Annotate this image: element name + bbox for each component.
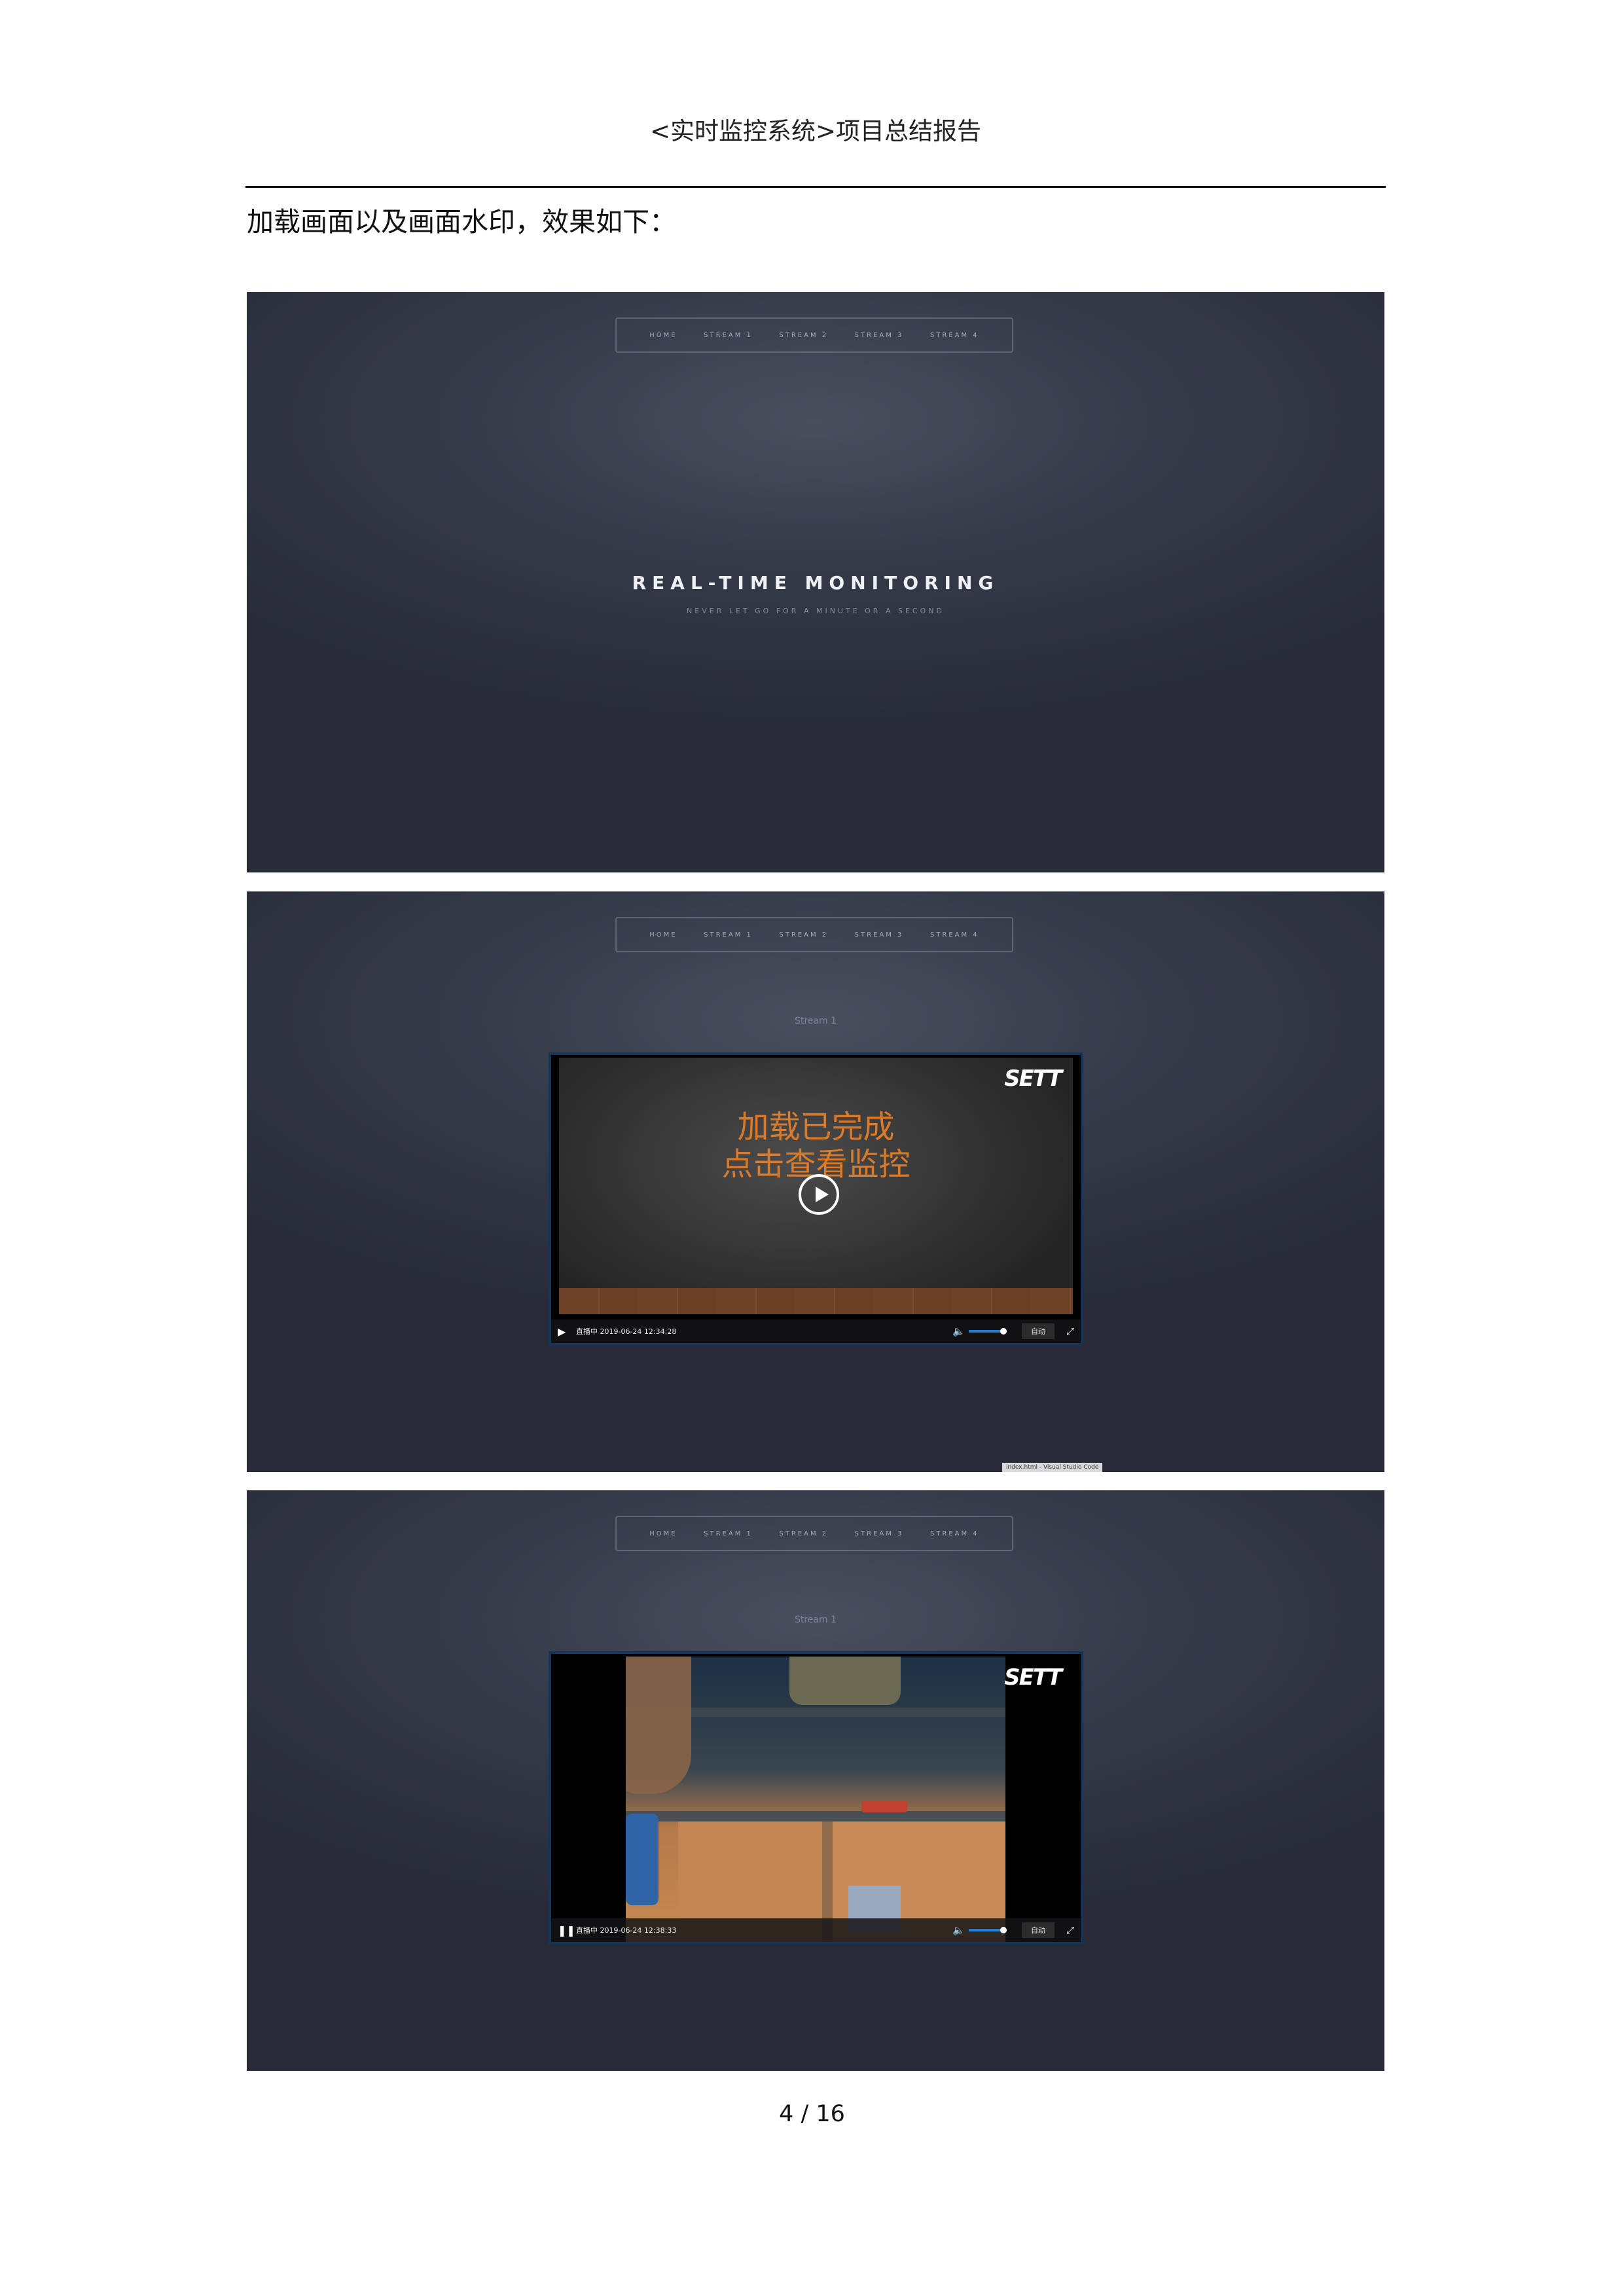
play-icon[interactable]: ▶ bbox=[558, 1325, 572, 1338]
screenshot-landing: HOME STREAM 1 STREAM 2 STREAM 3 STREAM 4… bbox=[247, 292, 1384, 872]
fullscreen-icon[interactable]: ⤢ bbox=[1066, 1325, 1074, 1337]
player-controls: ❚❚ 直播中 2019-06-24 12:38:33 🔈 自动 ⤢ bbox=[551, 1918, 1081, 1942]
poster-floor bbox=[559, 1288, 1073, 1314]
nav-stream-1[interactable]: STREAM 1 bbox=[704, 332, 753, 339]
quality-button[interactable]: 自动 bbox=[1021, 1922, 1055, 1938]
nav-stream-4[interactable]: STREAM 4 bbox=[930, 1530, 979, 1537]
live-video-frame bbox=[626, 1657, 1005, 1942]
stream-label: Stream 1 bbox=[794, 1016, 837, 1026]
watermark-logo: SETT bbox=[1004, 1066, 1062, 1092]
shelf-mid bbox=[626, 1811, 1005, 1821]
live-status: 直播中 2019-06-24 12:34:28 bbox=[576, 1327, 677, 1336]
nav-stream-1[interactable]: STREAM 1 bbox=[704, 1530, 753, 1537]
red-object bbox=[861, 1801, 907, 1812]
pause-icon[interactable]: ❚❚ bbox=[558, 1924, 575, 1937]
loading-poster: 加载已完成 点击查看监控 bbox=[559, 1058, 1073, 1314]
nav-home[interactable]: HOME bbox=[649, 931, 677, 939]
nav-stream-2[interactable]: STREAM 2 bbox=[779, 1530, 828, 1537]
intro-text: 加载画面以及画面水印，效果如下： bbox=[247, 206, 676, 238]
nav-bar: HOME STREAM 1 STREAM 2 STREAM 3 STREAM 4 bbox=[615, 317, 1013, 353]
bag bbox=[789, 1657, 901, 1705]
doc-header: <实时监控系统>项目总结报告 bbox=[649, 117, 981, 145]
quality-button[interactable]: 自动 bbox=[1021, 1323, 1055, 1339]
taskbar-tooltip: index.html - Visual Studio Code bbox=[1002, 1463, 1103, 1472]
nav-home[interactable]: HOME bbox=[649, 1530, 677, 1537]
volume-icon[interactable]: 🔈 bbox=[952, 1325, 965, 1337]
watermark-logo: SETT bbox=[1004, 1664, 1062, 1691]
nav-stream-4[interactable]: STREAM 4 bbox=[930, 332, 979, 339]
video-player[interactable]: 加载已完成 点击查看监控 SETT ▶ 直播中 2019-06-24 12:34… bbox=[549, 1052, 1083, 1346]
hero-subtitle: NEVER LET GO FOR A MINUTE OR A SECOND bbox=[687, 607, 945, 615]
volume-slider[interactable] bbox=[968, 1927, 1007, 1933]
hand bbox=[626, 1657, 691, 1794]
nav-bar: HOME STREAM 1 STREAM 2 STREAM 3 STREAM 4 bbox=[615, 917, 1013, 952]
fullscreen-icon[interactable]: ⤢ bbox=[1066, 1924, 1074, 1936]
nav-stream-3[interactable]: STREAM 3 bbox=[855, 1530, 904, 1537]
hero-title: REAL-TIME MONITORING bbox=[632, 572, 1000, 594]
header-rule bbox=[245, 186, 1386, 188]
player-controls: ▶ 直播中 2019-06-24 12:34:28 🔈 自动 ⤢ bbox=[551, 1319, 1081, 1343]
nav-stream-2[interactable]: STREAM 2 bbox=[779, 931, 828, 939]
nav-bar: HOME STREAM 1 STREAM 2 STREAM 3 STREAM 4 bbox=[615, 1516, 1013, 1551]
nav-stream-1[interactable]: STREAM 1 bbox=[704, 931, 753, 939]
page-number: 4 / 16 bbox=[779, 2101, 845, 2127]
stream-label: Stream 1 bbox=[794, 1615, 837, 1625]
nav-stream-2[interactable]: STREAM 2 bbox=[779, 332, 828, 339]
nav-home[interactable]: HOME bbox=[649, 332, 677, 339]
video-player[interactable]: SETT ❚❚ 直播中 2019-06-24 12:38:33 🔈 自动 ⤢ bbox=[549, 1651, 1083, 1945]
volume-icon[interactable]: 🔈 bbox=[952, 1924, 965, 1936]
live-status: 直播中 2019-06-24 12:38:33 bbox=[576, 1926, 677, 1935]
big-play-icon[interactable] bbox=[799, 1174, 839, 1215]
blue-object bbox=[626, 1814, 659, 1905]
loading-overlay-text: 加载已完成 点击查看监控 bbox=[559, 1109, 1073, 1183]
volume-slider[interactable] bbox=[968, 1328, 1007, 1335]
screenshot-live: HOME STREAM 1 STREAM 2 STREAM 3 STREAM 4… bbox=[247, 1490, 1384, 2071]
nav-stream-3[interactable]: STREAM 3 bbox=[855, 931, 904, 939]
screenshot-loading: HOME STREAM 1 STREAM 2 STREAM 3 STREAM 4… bbox=[247, 891, 1384, 1472]
nav-stream-3[interactable]: STREAM 3 bbox=[855, 332, 904, 339]
nav-stream-4[interactable]: STREAM 4 bbox=[930, 931, 979, 939]
overlay-line-1: 加载已完成 bbox=[737, 1109, 895, 1145]
